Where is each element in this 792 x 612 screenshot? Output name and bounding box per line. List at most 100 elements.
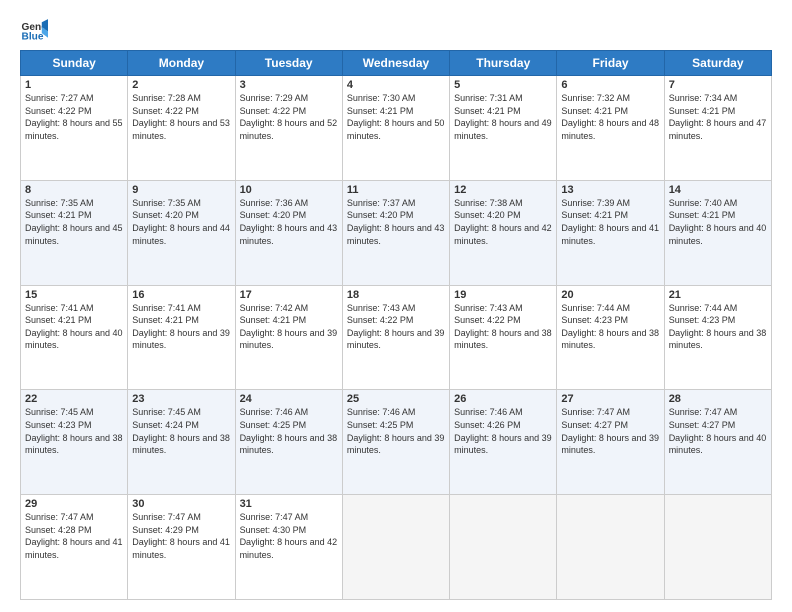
day-number: 18 (347, 289, 445, 301)
weekday-header-monday: Monday (128, 51, 235, 76)
day-info: Sunrise: 7:46 AMSunset: 4:25 PMDaylight:… (347, 407, 445, 455)
day-info: Sunrise: 7:47 AMSunset: 4:27 PMDaylight:… (561, 407, 659, 455)
day-info: Sunrise: 7:27 AMSunset: 4:22 PMDaylight:… (25, 93, 123, 141)
day-number: 31 (240, 498, 338, 510)
calendar-cell: 15 Sunrise: 7:41 AMSunset: 4:21 PMDaylig… (21, 285, 128, 390)
day-number: 6 (561, 79, 659, 91)
day-info: Sunrise: 7:35 AMSunset: 4:20 PMDaylight:… (132, 198, 230, 246)
day-info: Sunrise: 7:36 AMSunset: 4:20 PMDaylight:… (240, 198, 338, 246)
day-info: Sunrise: 7:45 AMSunset: 4:23 PMDaylight:… (25, 407, 123, 455)
day-number: 26 (454, 393, 552, 405)
calendar-cell: 5 Sunrise: 7:31 AMSunset: 4:21 PMDayligh… (450, 76, 557, 181)
day-info: Sunrise: 7:41 AMSunset: 4:21 PMDaylight:… (25, 303, 123, 351)
calendar-cell: 7 Sunrise: 7:34 AMSunset: 4:21 PMDayligh… (664, 76, 771, 181)
day-number: 29 (25, 498, 123, 510)
calendar-cell: 16 Sunrise: 7:41 AMSunset: 4:21 PMDaylig… (128, 285, 235, 390)
day-info: Sunrise: 7:31 AMSunset: 4:21 PMDaylight:… (454, 93, 552, 141)
day-info: Sunrise: 7:44 AMSunset: 4:23 PMDaylight:… (561, 303, 659, 351)
calendar-cell: 6 Sunrise: 7:32 AMSunset: 4:21 PMDayligh… (557, 76, 664, 181)
calendar-cell: 29 Sunrise: 7:47 AMSunset: 4:28 PMDaylig… (21, 495, 128, 600)
day-number: 8 (25, 184, 123, 196)
calendar-cell: 23 Sunrise: 7:45 AMSunset: 4:24 PMDaylig… (128, 390, 235, 495)
day-info: Sunrise: 7:42 AMSunset: 4:21 PMDaylight:… (240, 303, 338, 351)
day-number: 27 (561, 393, 659, 405)
calendar-cell: 24 Sunrise: 7:46 AMSunset: 4:25 PMDaylig… (235, 390, 342, 495)
day-number: 11 (347, 184, 445, 196)
week-row-5: 29 Sunrise: 7:47 AMSunset: 4:28 PMDaylig… (21, 495, 772, 600)
day-number: 5 (454, 79, 552, 91)
calendar-cell: 22 Sunrise: 7:45 AMSunset: 4:23 PMDaylig… (21, 390, 128, 495)
day-number: 14 (669, 184, 767, 196)
day-number: 17 (240, 289, 338, 301)
svg-text:Blue: Blue (22, 31, 44, 42)
day-number: 4 (347, 79, 445, 91)
day-number: 9 (132, 184, 230, 196)
calendar-cell: 13 Sunrise: 7:39 AMSunset: 4:21 PMDaylig… (557, 180, 664, 285)
calendar-cell: 18 Sunrise: 7:43 AMSunset: 4:22 PMDaylig… (342, 285, 449, 390)
calendar-cell: 3 Sunrise: 7:29 AMSunset: 4:22 PMDayligh… (235, 76, 342, 181)
day-number: 16 (132, 289, 230, 301)
day-number: 25 (347, 393, 445, 405)
weekday-header-row: SundayMondayTuesdayWednesdayThursdayFrid… (21, 51, 772, 76)
weekday-header-sunday: Sunday (21, 51, 128, 76)
day-info: Sunrise: 7:39 AMSunset: 4:21 PMDaylight:… (561, 198, 659, 246)
calendar-cell: 26 Sunrise: 7:46 AMSunset: 4:26 PMDaylig… (450, 390, 557, 495)
week-row-2: 8 Sunrise: 7:35 AMSunset: 4:21 PMDayligh… (21, 180, 772, 285)
calendar-cell: 1 Sunrise: 7:27 AMSunset: 4:22 PMDayligh… (21, 76, 128, 181)
day-number: 30 (132, 498, 230, 510)
header: General Blue (20, 16, 772, 44)
calendar: SundayMondayTuesdayWednesdayThursdayFrid… (20, 50, 772, 600)
weekday-header-friday: Friday (557, 51, 664, 76)
day-info: Sunrise: 7:43 AMSunset: 4:22 PMDaylight:… (454, 303, 552, 351)
day-number: 12 (454, 184, 552, 196)
page: General Blue SundayMondayTuesdayWednesda… (0, 0, 792, 612)
calendar-cell: 28 Sunrise: 7:47 AMSunset: 4:27 PMDaylig… (664, 390, 771, 495)
day-info: Sunrise: 7:45 AMSunset: 4:24 PMDaylight:… (132, 407, 230, 455)
calendar-cell: 25 Sunrise: 7:46 AMSunset: 4:25 PMDaylig… (342, 390, 449, 495)
calendar-cell: 31 Sunrise: 7:47 AMSunset: 4:30 PMDaylig… (235, 495, 342, 600)
day-info: Sunrise: 7:47 AMSunset: 4:28 PMDaylight:… (25, 512, 123, 560)
calendar-cell: 8 Sunrise: 7:35 AMSunset: 4:21 PMDayligh… (21, 180, 128, 285)
day-number: 13 (561, 184, 659, 196)
day-info: Sunrise: 7:43 AMSunset: 4:22 PMDaylight:… (347, 303, 445, 351)
day-number: 28 (669, 393, 767, 405)
day-info: Sunrise: 7:32 AMSunset: 4:21 PMDaylight:… (561, 93, 659, 141)
day-info: Sunrise: 7:47 AMSunset: 4:27 PMDaylight:… (669, 407, 767, 455)
weekday-header-thursday: Thursday (450, 51, 557, 76)
calendar-cell: 17 Sunrise: 7:42 AMSunset: 4:21 PMDaylig… (235, 285, 342, 390)
calendar-cell (664, 495, 771, 600)
day-info: Sunrise: 7:47 AMSunset: 4:30 PMDaylight:… (240, 512, 338, 560)
day-info: Sunrise: 7:35 AMSunset: 4:21 PMDaylight:… (25, 198, 123, 246)
calendar-cell: 9 Sunrise: 7:35 AMSunset: 4:20 PMDayligh… (128, 180, 235, 285)
day-number: 15 (25, 289, 123, 301)
day-info: Sunrise: 7:30 AMSunset: 4:21 PMDaylight:… (347, 93, 445, 141)
day-info: Sunrise: 7:41 AMSunset: 4:21 PMDaylight:… (132, 303, 230, 351)
weekday-header-tuesday: Tuesday (235, 51, 342, 76)
day-info: Sunrise: 7:29 AMSunset: 4:22 PMDaylight:… (240, 93, 338, 141)
day-number: 24 (240, 393, 338, 405)
day-info: Sunrise: 7:47 AMSunset: 4:29 PMDaylight:… (132, 512, 230, 560)
day-info: Sunrise: 7:37 AMSunset: 4:20 PMDaylight:… (347, 198, 445, 246)
calendar-cell (342, 495, 449, 600)
day-info: Sunrise: 7:44 AMSunset: 4:23 PMDaylight:… (669, 303, 767, 351)
calendar-cell: 2 Sunrise: 7:28 AMSunset: 4:22 PMDayligh… (128, 76, 235, 181)
weekday-header-saturday: Saturday (664, 51, 771, 76)
day-number: 1 (25, 79, 123, 91)
day-number: 22 (25, 393, 123, 405)
day-number: 7 (669, 79, 767, 91)
calendar-cell: 20 Sunrise: 7:44 AMSunset: 4:23 PMDaylig… (557, 285, 664, 390)
calendar-cell: 19 Sunrise: 7:43 AMSunset: 4:22 PMDaylig… (450, 285, 557, 390)
weekday-header-wednesday: Wednesday (342, 51, 449, 76)
day-info: Sunrise: 7:34 AMSunset: 4:21 PMDaylight:… (669, 93, 767, 141)
logo-icon: General Blue (20, 16, 48, 44)
day-info: Sunrise: 7:46 AMSunset: 4:25 PMDaylight:… (240, 407, 338, 455)
day-number: 23 (132, 393, 230, 405)
day-number: 20 (561, 289, 659, 301)
day-number: 2 (132, 79, 230, 91)
day-info: Sunrise: 7:46 AMSunset: 4:26 PMDaylight:… (454, 407, 552, 455)
calendar-cell: 4 Sunrise: 7:30 AMSunset: 4:21 PMDayligh… (342, 76, 449, 181)
week-row-1: 1 Sunrise: 7:27 AMSunset: 4:22 PMDayligh… (21, 76, 772, 181)
week-row-4: 22 Sunrise: 7:45 AMSunset: 4:23 PMDaylig… (21, 390, 772, 495)
calendar-cell (450, 495, 557, 600)
calendar-cell: 14 Sunrise: 7:40 AMSunset: 4:21 PMDaylig… (664, 180, 771, 285)
